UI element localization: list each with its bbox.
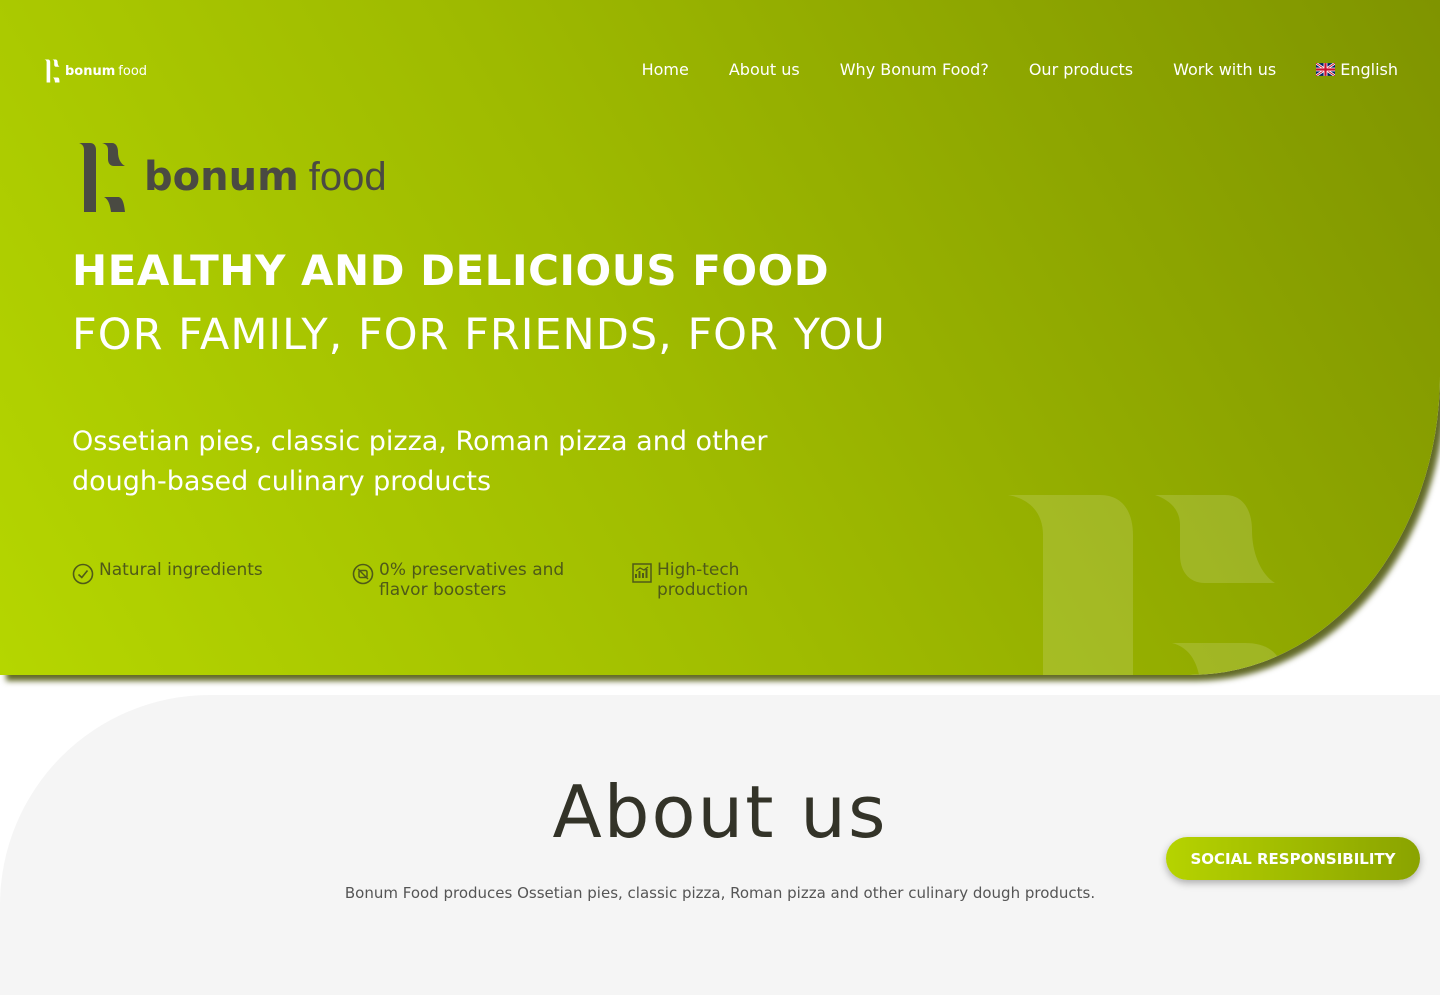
hero-logo-brand: bonum	[144, 154, 299, 200]
logo-watermark-icon	[1008, 495, 1285, 675]
hero-logo-suffix: food	[308, 154, 387, 199]
hero-headline: HEALTHY AND DELICIOUS FOOD	[72, 246, 830, 295]
feature-high-tech-production: High-tech production	[632, 560, 787, 600]
feature-label: 0% preservatives and flavor boosters	[379, 560, 565, 600]
nav-our-products[interactable]: Our products	[1029, 60, 1133, 79]
nav-about-us[interactable]: About us	[729, 60, 800, 79]
hero-description: Ossetian pies, classic pizza, Roman pizz…	[72, 426, 768, 497]
feature-natural-ingredients: Natural ingredients	[72, 560, 289, 585]
feature-label: Natural ingredients	[99, 560, 263, 580]
nav-why-bonum-food[interactable]: Why Bonum Food?	[840, 60, 989, 79]
uk-flag-icon	[1316, 63, 1336, 76]
feature-no-preservatives: 0% preservatives and flavor boosters	[352, 560, 579, 600]
hero-subheadline: FOR FAMILY, FOR FRIENDS, FOR YOU	[72, 310, 886, 360]
language-selector[interactable]: English	[1316, 60, 1398, 79]
feature-label: High-tech production	[657, 560, 749, 600]
chart-icon	[632, 563, 652, 583]
social-responsibility-button[interactable]: SOCIAL RESPONSIBILITY	[1166, 837, 1420, 880]
about-text: Bonum Food produces Ossetian pies, class…	[344, 884, 1096, 902]
nav-home[interactable]: Home	[642, 60, 689, 79]
main-nav: Home About us Why Bonum Food? Our produc…	[602, 60, 1398, 79]
bonum-food-logo-icon	[79, 143, 125, 212]
header-logo-brand: bonum	[65, 63, 116, 79]
header-logo-suffix: food	[118, 63, 148, 79]
hero-logo: bonum food	[78, 142, 387, 212]
bonum-food-logo-icon	[44, 59, 60, 83]
language-label: English	[1340, 60, 1398, 79]
hero-section: bonum food Home About us Why Bonum Food?…	[0, 0, 1440, 675]
zero-circle-icon	[352, 563, 374, 585]
check-circle-icon	[72, 563, 94, 585]
header-logo[interactable]: bonum food	[44, 59, 147, 83]
nav-work-with-us[interactable]: Work with us	[1173, 60, 1276, 79]
